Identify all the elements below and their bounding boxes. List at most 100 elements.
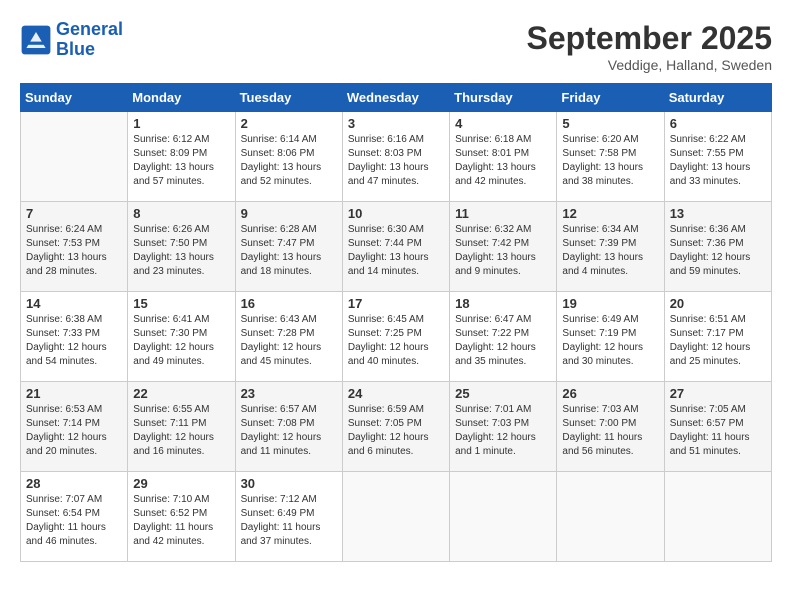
day-number: 18 bbox=[455, 296, 551, 311]
day-info: Sunrise: 6:43 AM Sunset: 7:28 PM Dayligh… bbox=[241, 313, 337, 369]
week-row-3: 14 Sunrise: 6:38 AM Sunset: 7:33 PM Dayli… bbox=[21, 292, 772, 382]
calendar-cell: 15 Sunrise: 6:41 AM Sunset: 7:30 PM Dayli… bbox=[128, 292, 235, 382]
day-info: Sunrise: 6:18 AM Sunset: 8:01 PM Dayligh… bbox=[455, 133, 551, 189]
calendar-cell: 19 Sunrise: 6:49 AM Sunset: 7:19 PM Dayli… bbox=[557, 292, 664, 382]
day-number: 22 bbox=[133, 386, 229, 401]
day-number: 20 bbox=[670, 296, 766, 311]
day-info: Sunrise: 7:10 AM Sunset: 6:52 PM Dayligh… bbox=[133, 493, 229, 549]
logo-text: General Blue bbox=[56, 20, 123, 60]
day-info: Sunrise: 6:30 AM Sunset: 7:44 PM Dayligh… bbox=[348, 223, 444, 279]
day-number: 9 bbox=[241, 206, 337, 221]
day-number: 15 bbox=[133, 296, 229, 311]
day-info: Sunrise: 6:41 AM Sunset: 7:30 PM Dayligh… bbox=[133, 313, 229, 369]
day-number: 23 bbox=[241, 386, 337, 401]
calendar-cell: 16 Sunrise: 6:43 AM Sunset: 7:28 PM Dayli… bbox=[235, 292, 342, 382]
day-number: 16 bbox=[241, 296, 337, 311]
month-title: September 2025 bbox=[527, 20, 772, 57]
calendar-cell: 3 Sunrise: 6:16 AM Sunset: 8:03 PM Daylig… bbox=[342, 112, 449, 202]
day-number: 10 bbox=[348, 206, 444, 221]
calendar-cell: 23 Sunrise: 6:57 AM Sunset: 7:08 PM Dayli… bbox=[235, 382, 342, 472]
day-info: Sunrise: 6:22 AM Sunset: 7:55 PM Dayligh… bbox=[670, 133, 766, 189]
calendar-cell: 27 Sunrise: 7:05 AM Sunset: 6:57 PM Dayli… bbox=[664, 382, 771, 472]
calendar-cell bbox=[450, 472, 557, 562]
day-number: 2 bbox=[241, 116, 337, 131]
calendar-cell: 5 Sunrise: 6:20 AM Sunset: 7:58 PM Daylig… bbox=[557, 112, 664, 202]
calendar-cell bbox=[21, 112, 128, 202]
weekday-header-thursday: Thursday bbox=[450, 84, 557, 112]
day-info: Sunrise: 7:05 AM Sunset: 6:57 PM Dayligh… bbox=[670, 403, 766, 459]
calendar-cell: 28 Sunrise: 7:07 AM Sunset: 6:54 PM Dayli… bbox=[21, 472, 128, 562]
day-number: 27 bbox=[670, 386, 766, 401]
day-number: 19 bbox=[562, 296, 658, 311]
day-info: Sunrise: 7:03 AM Sunset: 7:00 PM Dayligh… bbox=[562, 403, 658, 459]
day-number: 25 bbox=[455, 386, 551, 401]
day-number: 1 bbox=[133, 116, 229, 131]
calendar-cell bbox=[664, 472, 771, 562]
day-info: Sunrise: 6:24 AM Sunset: 7:53 PM Dayligh… bbox=[26, 223, 122, 279]
weekday-header-tuesday: Tuesday bbox=[235, 84, 342, 112]
day-info: Sunrise: 7:07 AM Sunset: 6:54 PM Dayligh… bbox=[26, 493, 122, 549]
calendar-cell: 6 Sunrise: 6:22 AM Sunset: 7:55 PM Daylig… bbox=[664, 112, 771, 202]
week-row-5: 28 Sunrise: 7:07 AM Sunset: 6:54 PM Dayli… bbox=[21, 472, 772, 562]
day-info: Sunrise: 6:45 AM Sunset: 7:25 PM Dayligh… bbox=[348, 313, 444, 369]
day-info: Sunrise: 6:34 AM Sunset: 7:39 PM Dayligh… bbox=[562, 223, 658, 279]
day-number: 26 bbox=[562, 386, 658, 401]
calendar-cell: 21Sunrise: 6:53 AM Sunset: 7:14 PM Dayli… bbox=[21, 382, 128, 472]
calendar-cell: 7 Sunrise: 6:24 AM Sunset: 7:53 PM Daylig… bbox=[21, 202, 128, 292]
weekday-header-row: SundayMondayTuesdayWednesdayThursdayFrid… bbox=[21, 84, 772, 112]
day-number: 28 bbox=[26, 476, 122, 491]
day-number: 30 bbox=[241, 476, 337, 491]
calendar-cell: 17 Sunrise: 6:45 AM Sunset: 7:25 PM Dayli… bbox=[342, 292, 449, 382]
day-number: 6 bbox=[670, 116, 766, 131]
calendar-cell: 25 Sunrise: 7:01 AM Sunset: 7:03 PM Dayli… bbox=[450, 382, 557, 472]
logo: General Blue bbox=[20, 20, 123, 60]
day-info: Sunrise: 6:32 AM Sunset: 7:42 PM Dayligh… bbox=[455, 223, 551, 279]
calendar-cell: 20Sunrise: 6:51 AM Sunset: 7:17 PM Dayli… bbox=[664, 292, 771, 382]
day-number: 17 bbox=[348, 296, 444, 311]
calendar-cell: 10 Sunrise: 6:30 AM Sunset: 7:44 PM Dayli… bbox=[342, 202, 449, 292]
calendar-cell: 29Sunrise: 7:10 AM Sunset: 6:52 PM Dayli… bbox=[128, 472, 235, 562]
day-info: Sunrise: 6:36 AM Sunset: 7:36 PM Dayligh… bbox=[670, 223, 766, 279]
calendar-cell: 24 Sunrise: 6:59 AM Sunset: 7:05 PM Dayli… bbox=[342, 382, 449, 472]
day-info: Sunrise: 6:57 AM Sunset: 7:08 PM Dayligh… bbox=[241, 403, 337, 459]
day-number: 7 bbox=[26, 206, 122, 221]
day-info: Sunrise: 6:20 AM Sunset: 7:58 PM Dayligh… bbox=[562, 133, 658, 189]
title-block: September 2025 Veddige, Halland, Sweden bbox=[527, 20, 772, 73]
day-number: 3 bbox=[348, 116, 444, 131]
calendar-cell: 22 Sunrise: 6:55 AM Sunset: 7:11 PM Dayli… bbox=[128, 382, 235, 472]
day-info: Sunrise: 6:49 AM Sunset: 7:19 PM Dayligh… bbox=[562, 313, 658, 369]
day-info: Sunrise: 7:01 AM Sunset: 7:03 PM Dayligh… bbox=[455, 403, 551, 459]
calendar-cell: 1Sunrise: 6:12 AM Sunset: 8:09 PM Daylig… bbox=[128, 112, 235, 202]
calendar-cell: 18 Sunrise: 6:47 AM Sunset: 7:22 PM Dayli… bbox=[450, 292, 557, 382]
day-number: 21 bbox=[26, 386, 122, 401]
day-number: 4 bbox=[455, 116, 551, 131]
day-number: 14 bbox=[26, 296, 122, 311]
weekday-header-monday: Monday bbox=[128, 84, 235, 112]
day-info: Sunrise: 6:55 AM Sunset: 7:11 PM Dayligh… bbox=[133, 403, 229, 459]
day-info: Sunrise: 6:14 AM Sunset: 8:06 PM Dayligh… bbox=[241, 133, 337, 189]
weekday-header-wednesday: Wednesday bbox=[342, 84, 449, 112]
page-header: General Blue September 2025 Veddige, Hal… bbox=[20, 20, 772, 73]
day-info: Sunrise: 6:38 AM Sunset: 7:33 PM Dayligh… bbox=[26, 313, 122, 369]
location-subtitle: Veddige, Halland, Sweden bbox=[527, 57, 772, 73]
calendar-cell bbox=[342, 472, 449, 562]
day-info: Sunrise: 6:16 AM Sunset: 8:03 PM Dayligh… bbox=[348, 133, 444, 189]
weekday-header-friday: Friday bbox=[557, 84, 664, 112]
calendar-cell: 14 Sunrise: 6:38 AM Sunset: 7:33 PM Dayli… bbox=[21, 292, 128, 382]
day-number: 24 bbox=[348, 386, 444, 401]
calendar-cell bbox=[557, 472, 664, 562]
calendar-table: SundayMondayTuesdayWednesdayThursdayFrid… bbox=[20, 83, 772, 562]
calendar-cell: 8Sunrise: 6:26 AM Sunset: 7:50 PM Daylig… bbox=[128, 202, 235, 292]
day-number: 13 bbox=[670, 206, 766, 221]
week-row-2: 7 Sunrise: 6:24 AM Sunset: 7:53 PM Daylig… bbox=[21, 202, 772, 292]
weekday-header-sunday: Sunday bbox=[21, 84, 128, 112]
calendar-cell: 30 Sunrise: 7:12 AM Sunset: 6:49 PM Dayli… bbox=[235, 472, 342, 562]
week-row-4: 21Sunrise: 6:53 AM Sunset: 7:14 PM Dayli… bbox=[21, 382, 772, 472]
day-number: 5 bbox=[562, 116, 658, 131]
day-number: 8 bbox=[133, 206, 229, 221]
day-info: Sunrise: 6:59 AM Sunset: 7:05 PM Dayligh… bbox=[348, 403, 444, 459]
calendar-cell: 11Sunrise: 6:32 AM Sunset: 7:42 PM Dayli… bbox=[450, 202, 557, 292]
day-info: Sunrise: 6:47 AM Sunset: 7:22 PM Dayligh… bbox=[455, 313, 551, 369]
weekday-header-saturday: Saturday bbox=[664, 84, 771, 112]
day-info: Sunrise: 7:12 AM Sunset: 6:49 PM Dayligh… bbox=[241, 493, 337, 549]
